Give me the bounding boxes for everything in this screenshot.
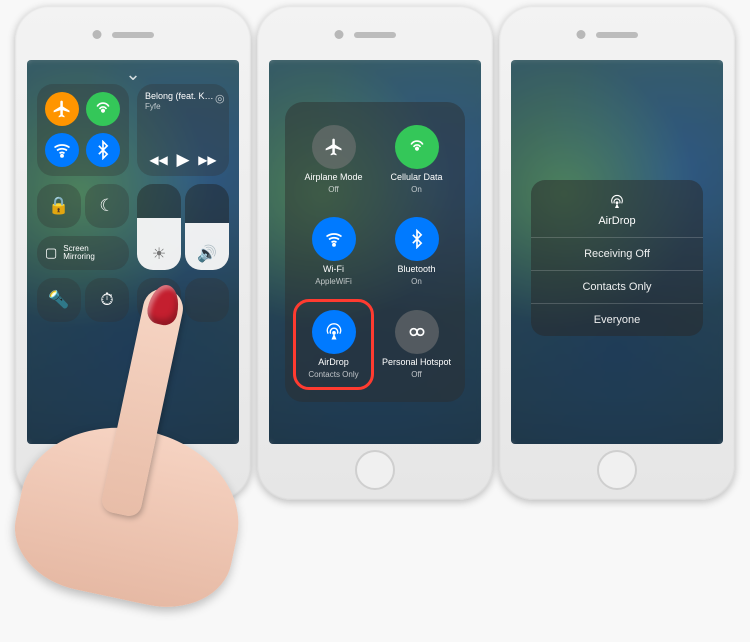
bluetooth-label: Bluetooth [397, 264, 435, 274]
chevron-down-icon[interactable]: ⌄ [125, 64, 140, 85]
hotspot-item[interactable]: Personal Hotspot Off [378, 301, 455, 388]
sun-icon: ☀ [152, 244, 166, 264]
cellular-item[interactable]: Cellular Data On [378, 116, 455, 203]
wifi-status: AppleWiFi [315, 277, 351, 286]
volume-slider[interactable]: 🔊 [185, 184, 229, 270]
airdrop-option-everyone[interactable]: Everyone [531, 303, 703, 336]
rewind-button[interactable]: ◀◀ [149, 153, 167, 167]
connectivity-card[interactable] [37, 84, 129, 176]
flashlight-button[interactable]: 🔦 [37, 278, 81, 322]
do-not-disturb-toggle[interactable]: ☾ [85, 184, 129, 228]
airdrop-icon [607, 192, 627, 212]
hotspot-status: Off [411, 370, 422, 379]
bluetooth-toggle[interactable] [395, 217, 439, 261]
wifi-toggle[interactable] [45, 133, 79, 167]
airplane-status: Off [328, 185, 339, 194]
lock-rotation-icon: 🔒 [48, 196, 69, 216]
cellular-status: On [411, 185, 422, 194]
cellular-data-toggle[interactable] [86, 92, 120, 126]
bluetooth-item[interactable]: Bluetooth On [378, 209, 455, 296]
media-title: Belong (feat. Ki… [145, 92, 215, 102]
home-button[interactable] [113, 450, 153, 490]
connectivity-expanded-panel: Airplane Mode Off Cellular Data On Wi-Fi Appl… [285, 102, 465, 402]
wifi-label: Wi-Fi [323, 264, 344, 274]
forward-button[interactable]: ▶▶ [198, 153, 216, 167]
airplay-icon[interactable]: ◎ [215, 92, 225, 105]
airplane-mode-toggle[interactable] [45, 92, 79, 126]
flashlight-icon: 🔦 [48, 290, 69, 310]
play-button[interactable]: ▶ [176, 150, 189, 170]
airdrop-sheet: AirDrop Receiving OffContacts OnlyEveryo… [531, 180, 703, 336]
airdrop-item[interactable]: AirDropContacts Only [295, 301, 372, 388]
bluetooth-toggle[interactable] [86, 133, 120, 167]
hotspot-icon [407, 322, 427, 342]
highlight-outline [293, 299, 374, 390]
bluetooth-status: On [411, 277, 422, 286]
airplane-icon [52, 99, 72, 119]
phone-connectivity-expanded: Airplane Mode Off Cellular Data On Wi-Fi Appl… [257, 6, 493, 500]
cellular-toggle[interactable] [395, 125, 439, 169]
timer-icon: ⏱ [100, 290, 113, 310]
speaker-icon: 🔊 [197, 244, 217, 264]
phone-airdrop-sheet: AirDrop Receiving OffContacts OnlyEveryo… [499, 6, 735, 500]
wifi-icon [324, 229, 344, 249]
brightness-slider[interactable]: ☀ [137, 184, 181, 270]
airdrop-option-contacts-only[interactable]: Contacts Only [531, 270, 703, 303]
media-artist: Fyfe [145, 102, 215, 111]
moon-icon: ☾ [99, 196, 114, 216]
airplane-label: Airplane Mode [304, 172, 362, 182]
hotspot-label: Personal Hotspot [382, 357, 451, 367]
timer-button[interactable]: ⏱ [85, 278, 129, 322]
screen-mirroring-button[interactable]: ▢ Screen Mirroring [37, 236, 129, 270]
screen-mirroring-icon: ▢ [45, 245, 57, 261]
wifi-toggle[interactable] [312, 217, 356, 261]
airdrop-sheet-title: AirDrop [598, 215, 635, 227]
bluetooth-icon [93, 140, 113, 160]
airplane-item[interactable]: Airplane Mode Off [295, 116, 372, 203]
home-button[interactable] [597, 450, 637, 490]
phone-control-center: ⌄ Belong (feat. Ki… Fyfe ◎ [15, 6, 251, 500]
airdrop-option-receiving-off[interactable]: Receiving Off [531, 237, 703, 270]
airplane-icon [324, 137, 344, 157]
cellular-label: Cellular Data [390, 172, 442, 182]
wifi-icon [52, 140, 72, 160]
wifi-item[interactable]: Wi-Fi AppleWiFi [295, 209, 372, 296]
cellular-icon [407, 137, 427, 157]
screen-mirroring-label: Screen Mirroring [63, 245, 95, 262]
hotspot-toggle[interactable] [395, 310, 439, 354]
bluetooth-icon [407, 229, 427, 249]
antenna-icon [93, 99, 113, 119]
home-button[interactable] [355, 450, 395, 490]
orientation-lock-toggle[interactable]: 🔒 [37, 184, 81, 228]
media-card[interactable]: Belong (feat. Ki… Fyfe ◎ ◀◀ ▶ ▶▶ [137, 84, 229, 176]
airplane-toggle[interactable] [312, 125, 356, 169]
